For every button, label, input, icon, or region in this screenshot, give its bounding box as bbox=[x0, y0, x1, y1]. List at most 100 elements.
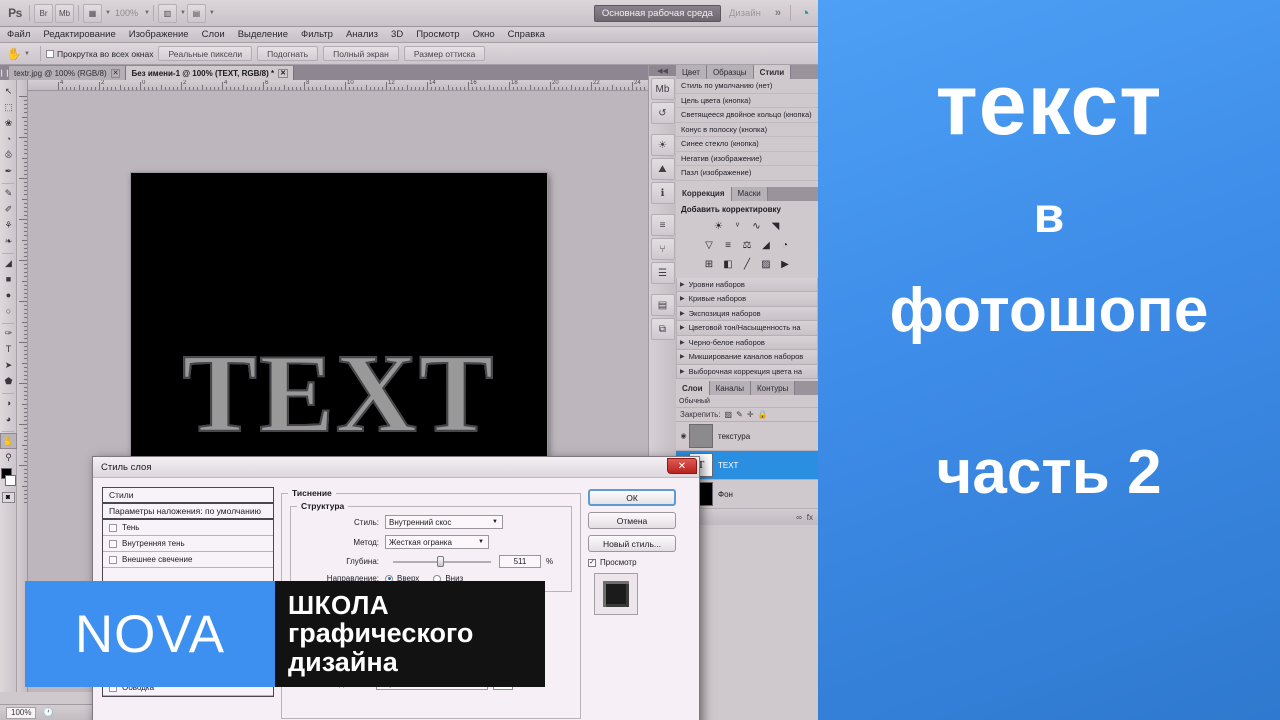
close-icon[interactable]: ✕ bbox=[110, 68, 121, 78]
triangle-right-icon[interactable]: ▶ bbox=[680, 281, 685, 288]
menu-help[interactable]: Справка bbox=[508, 29, 545, 40]
menu-edit[interactable]: Редактирование bbox=[43, 29, 115, 40]
crop-tool-icon[interactable]: ⨶ bbox=[0, 147, 17, 163]
photo-filter-icon[interactable]: ◔ bbox=[777, 238, 794, 253]
collapse-dock-icon[interactable]: ◀◀ bbox=[649, 65, 676, 76]
style-list-item[interactable]: Конус в полоску (кнопка) bbox=[676, 123, 818, 137]
tab-swatches[interactable]: Образцы bbox=[706, 65, 754, 79]
brush-presets-icon[interactable]: ≡ bbox=[650, 214, 675, 236]
tab-adjustments[interactable]: Коррекция bbox=[676, 186, 732, 201]
adjustment-preset-row[interactable]: ▶ Уровни наборов bbox=[676, 277, 818, 292]
checkbox-box[interactable] bbox=[45, 49, 54, 58]
print-size-button[interactable]: Размер оттиска bbox=[403, 46, 486, 61]
curves-icon[interactable]: ∿ bbox=[748, 219, 765, 234]
menu-layers[interactable]: Слои bbox=[202, 29, 225, 40]
cs-live-icon[interactable]: ◔ bbox=[794, 2, 816, 24]
history-icon[interactable]: ↺ bbox=[650, 102, 675, 124]
checkbox-box[interactable] bbox=[109, 555, 117, 564]
chevron-down-icon[interactable]: ▼ bbox=[478, 539, 484, 545]
menu-file[interactable]: Файл bbox=[7, 29, 30, 40]
marquee-tool-icon[interactable]: ⬚ bbox=[0, 99, 17, 115]
method-select[interactable]: Жесткая огранка ▼ bbox=[385, 535, 489, 549]
depth-value-input[interactable]: 511 bbox=[499, 555, 541, 568]
tab-channels[interactable]: Каналы bbox=[709, 381, 751, 395]
style-list-item[interactable]: Стиль по умолчанию (нет) bbox=[676, 79, 818, 94]
mini-bridge-button[interactable]: Mb bbox=[55, 3, 74, 23]
document-tab-textr[interactable]: textr.jpg @ 100% (RGB/8) ✕ bbox=[9, 66, 127, 80]
black-white-icon[interactable]: ◢ bbox=[758, 238, 775, 253]
link-layers-icon[interactable]: ∞ bbox=[796, 513, 802, 522]
zoom-tool-icon[interactable]: ⚲ bbox=[0, 449, 17, 465]
channel-mixer-icon[interactable]: ⊞ bbox=[701, 257, 718, 272]
gradient-tool-icon[interactable]: ■ bbox=[0, 271, 17, 287]
view-extras-button[interactable]: ▦ bbox=[83, 3, 102, 23]
3d-rotate-tool-icon[interactable]: ◑ bbox=[0, 395, 17, 411]
cancel-button[interactable]: Отмена bbox=[588, 512, 676, 529]
triangle-right-icon[interactable]: ▶ bbox=[680, 368, 685, 375]
styles-list-header[interactable]: Стили bbox=[103, 488, 273, 504]
levels-icon[interactable]: ᵛ bbox=[729, 219, 746, 234]
style-list-item[interactable]: Пазл (изображение) bbox=[676, 166, 818, 181]
chevron-down-icon[interactable]: ▼ bbox=[492, 519, 498, 525]
brightness-contrast-icon[interactable]: ☀ bbox=[710, 219, 727, 234]
layer-thumbnail[interactable] bbox=[689, 424, 713, 448]
effect-row[interactable]: Тень bbox=[103, 520, 273, 536]
gradient-map-icon[interactable]: ▶ bbox=[777, 257, 794, 272]
posterize-icon[interactable]: ╱ bbox=[739, 257, 756, 272]
menu-3d[interactable]: 3D bbox=[391, 29, 403, 40]
background-color-swatch[interactable] bbox=[5, 475, 16, 486]
style-select[interactable]: Внутренний скос ▼ bbox=[385, 515, 503, 529]
adjustment-preset-row[interactable]: ▶ Микширование каналов наборов bbox=[676, 350, 818, 365]
close-icon[interactable]: ✕ bbox=[667, 458, 697, 474]
bridge-button[interactable]: Br bbox=[34, 3, 53, 23]
triangle-right-icon[interactable]: ▶ bbox=[680, 295, 685, 302]
adjustment-preset-row[interactable]: ▶ Выборочная коррекция цвета на bbox=[676, 364, 818, 379]
triangle-right-icon[interactable]: ▶ bbox=[680, 353, 685, 360]
brush-tool-icon[interactable]: ✐ bbox=[0, 201, 17, 217]
eraser-tool-icon[interactable]: ◢ bbox=[0, 255, 17, 271]
lock-image-icon[interactable]: ✎ bbox=[736, 410, 743, 419]
triangle-right-icon[interactable]: ▶ bbox=[680, 324, 685, 331]
layer-comps-icon[interactable]: ⧉ bbox=[650, 318, 675, 340]
image-icon[interactable]: ⛰ bbox=[650, 158, 675, 180]
workspace-design-button[interactable]: Дизайн bbox=[721, 8, 769, 19]
document-canvas[interactable]: TEXT bbox=[131, 173, 547, 456]
status-zoom-field[interactable]: 100% bbox=[6, 706, 37, 719]
menu-image[interactable]: Изображение bbox=[129, 29, 189, 40]
new-style-button[interactable]: Новый стиль... bbox=[588, 535, 676, 552]
ok-button[interactable]: ОК bbox=[588, 489, 676, 506]
eyedropper-tool-icon[interactable]: ✒ bbox=[0, 163, 17, 179]
notes-icon[interactable]: ▤ bbox=[650, 294, 675, 316]
menu-window[interactable]: Окно bbox=[473, 29, 495, 40]
fill-screen-button[interactable]: Полный экран bbox=[323, 46, 399, 61]
effect-row[interactable]: Внешнее свечение bbox=[103, 552, 273, 568]
scroll-all-windows-checkbox[interactable]: Прокрутка во всех окнах bbox=[45, 49, 153, 59]
tab-masks[interactable]: Маски bbox=[731, 186, 768, 201]
quick-selection-tool-icon[interactable]: ◔ bbox=[0, 131, 17, 147]
clone-stamp-tool-icon[interactable]: ⚘ bbox=[0, 217, 17, 233]
menu-view[interactable]: Просмотр bbox=[416, 29, 459, 40]
adjustments-icon[interactable]: ☀ bbox=[650, 134, 675, 156]
hue-saturation-icon[interactable]: ≡ bbox=[720, 238, 737, 253]
tab-styles[interactable]: Стили bbox=[753, 65, 792, 79]
preview-checkbox-row[interactable]: ✓ Просмотр bbox=[588, 558, 682, 567]
quick-mask-icon[interactable]: ◙ bbox=[1, 492, 15, 503]
style-list-item[interactable]: Светящееся двойное кольцо (кнопка) bbox=[676, 108, 818, 123]
checkbox-box[interactable] bbox=[109, 539, 117, 548]
3d-orbit-tool-icon[interactable]: ◕ bbox=[0, 411, 17, 427]
chevron-down-icon[interactable]: ▼ bbox=[209, 10, 215, 16]
zoom-level-display[interactable]: 100% bbox=[111, 8, 142, 18]
chevron-down-icon[interactable]: ▼ bbox=[144, 10, 150, 16]
workspace-essentials-button[interactable]: Основная рабочая среда bbox=[593, 4, 721, 22]
hand-tool-icon[interactable]: ✋ bbox=[5, 45, 23, 63]
tab-grip-handle[interactable]: ❙❙ bbox=[0, 65, 10, 80]
tab-color[interactable]: Цвет bbox=[676, 65, 707, 79]
color-swatches[interactable] bbox=[0, 467, 17, 489]
tab-layers[interactable]: Слои bbox=[676, 381, 710, 395]
blend-mode-select[interactable]: Обычный bbox=[676, 395, 818, 408]
dodge-tool-icon[interactable]: ○ bbox=[0, 303, 17, 319]
menu-filter[interactable]: Фильтр bbox=[301, 29, 333, 40]
arrange-documents-button[interactable]: ▥ bbox=[157, 3, 177, 23]
chevron-down-icon[interactable]: ▼ bbox=[24, 51, 30, 57]
checkbox-box[interactable]: ✓ bbox=[588, 558, 596, 567]
